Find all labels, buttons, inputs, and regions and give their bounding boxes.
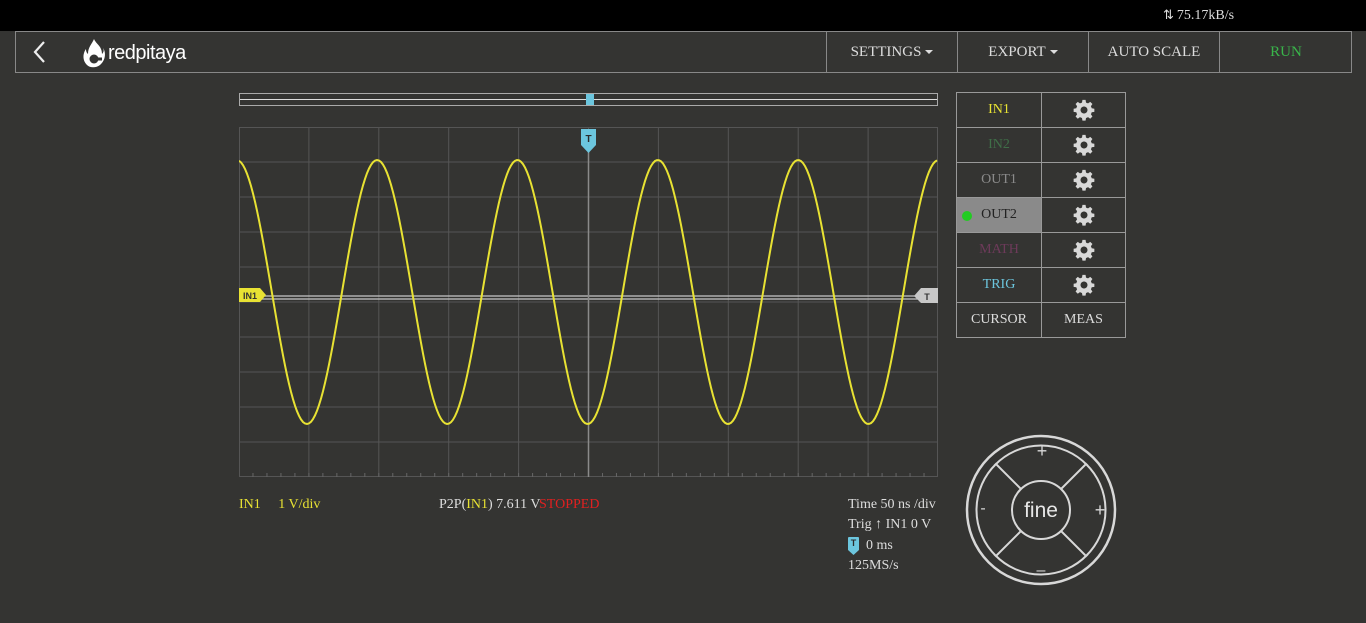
svg-text:T: T bbox=[585, 134, 591, 145]
svg-text:IN1: IN1 bbox=[243, 291, 257, 301]
sample-rate-readout: 125MS/s bbox=[848, 558, 899, 573]
gear-icon bbox=[1073, 204, 1094, 226]
main-toolbar: redpitaya SETTINGS EXPORT AUTO SCALE RUN bbox=[15, 31, 1352, 73]
svg-text:fine: fine bbox=[1024, 499, 1058, 522]
trigger-time-icon: T bbox=[848, 537, 859, 555]
settings-menu-button[interactable]: SETTINGS bbox=[826, 32, 957, 72]
gear-icon bbox=[1073, 99, 1094, 121]
volts-per-div: 1 V/div bbox=[278, 497, 321, 512]
time-scale-readout: Time 50 ns /div bbox=[848, 497, 936, 512]
logo: redpitaya bbox=[82, 38, 186, 68]
flame-logo-icon bbox=[83, 39, 105, 68]
trigger-readout: Trig ↑ IN1 0 V bbox=[848, 517, 932, 532]
status-bar: ⇅ 75.17kB/s bbox=[0, 0, 1366, 31]
channel-math-button[interactable]: MATH bbox=[956, 232, 1042, 268]
acquisition-state: STOPPED bbox=[539, 497, 600, 512]
channel-out1-button[interactable]: OUT1 bbox=[956, 162, 1042, 198]
slider-handle[interactable] bbox=[586, 94, 594, 105]
meas-button[interactable]: MEAS bbox=[1041, 302, 1126, 338]
gear-icon bbox=[1073, 169, 1094, 191]
in1-settings-button[interactable] bbox=[1041, 92, 1126, 128]
rising-edge-icon: ↑ bbox=[875, 517, 883, 532]
channel-panel: IN1 IN2 OUT1 OUT2 MATH TRIG CURSOR MEAS bbox=[956, 92, 1126, 338]
channel-out2-button[interactable]: OUT2 bbox=[956, 197, 1042, 233]
caret-down-icon bbox=[1049, 50, 1058, 54]
svg-text:–: – bbox=[1037, 562, 1046, 579]
gear-icon bbox=[1073, 134, 1094, 156]
oscilloscope-plot[interactable]: T IN1 T bbox=[239, 127, 938, 477]
out1-settings-button[interactable] bbox=[1041, 162, 1126, 198]
math-settings-button[interactable] bbox=[1041, 232, 1126, 268]
p2p-measurement: P2P(IN1) 7.611 V bbox=[439, 497, 541, 512]
svg-text:T: T bbox=[924, 292, 930, 302]
back-icon[interactable] bbox=[28, 38, 52, 66]
in2-settings-button[interactable] bbox=[1041, 127, 1126, 163]
gear-icon bbox=[1073, 274, 1094, 296]
transfer-arrows-icon: ⇅ bbox=[1163, 7, 1174, 22]
gear-icon bbox=[1073, 239, 1094, 261]
time-position-slider[interactable] bbox=[239, 93, 938, 106]
run-button[interactable]: RUN bbox=[1219, 32, 1352, 72]
channel-readout: IN1 1 V/div bbox=[239, 497, 321, 512]
transfer-rate: ⇅ 75.17kB/s bbox=[1163, 7, 1235, 23]
adjust-joystick: fine + – - + bbox=[965, 434, 1117, 586]
trig-settings-button[interactable] bbox=[1041, 267, 1126, 303]
cursor-button[interactable]: CURSOR bbox=[956, 302, 1042, 338]
auto-scale-button[interactable]: AUTO SCALE bbox=[1088, 32, 1219, 72]
active-indicator-icon bbox=[962, 211, 972, 221]
channel-in2-button[interactable]: IN2 bbox=[956, 127, 1042, 163]
trigger-offset-readout: T 0 ms bbox=[848, 537, 893, 555]
svg-text:+: + bbox=[1037, 441, 1048, 461]
caret-down-icon bbox=[925, 50, 934, 54]
out2-settings-button[interactable] bbox=[1041, 197, 1126, 233]
channel-in1-button[interactable]: IN1 bbox=[956, 92, 1042, 128]
channel-trig-button[interactable]: TRIG bbox=[956, 267, 1042, 303]
export-menu-button[interactable]: EXPORT bbox=[957, 32, 1088, 72]
svg-text:+: + bbox=[1095, 500, 1106, 520]
logo-text: redpitaya bbox=[108, 41, 186, 64]
svg-text:-: - bbox=[980, 500, 985, 517]
